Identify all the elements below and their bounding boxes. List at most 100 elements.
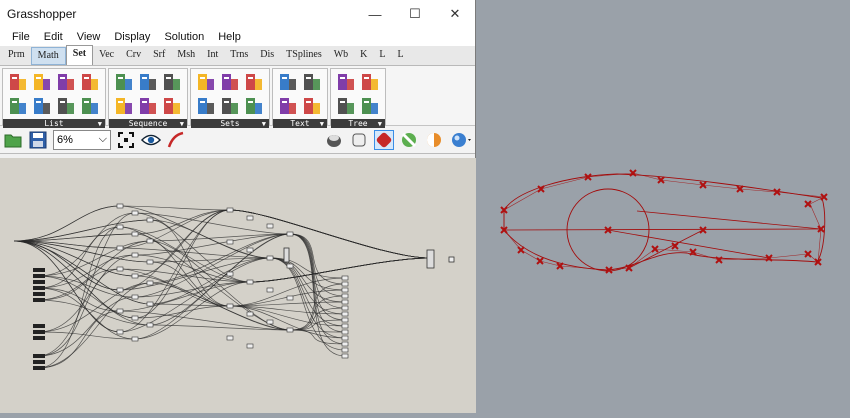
menu-bar: File Edit View Display Solution Help [0,28,475,46]
tab-l-13[interactable]: L [373,47,391,65]
tab-l-14[interactable]: L [392,47,410,65]
panel-label-text: List [44,119,64,128]
panel-label[interactable]: Sequence ▼ [109,119,187,128]
flatten-tree-icon[interactable] [335,95,357,117]
node-graph [13,203,455,370]
random-icon[interactable] [161,95,183,117]
list-length-icon[interactable] [31,71,53,93]
panel-expand-icon[interactable]: ▼ [180,120,184,128]
sketch-pen-icon [167,131,184,147]
title-bar: Grasshopper — ☐ ✕ [0,0,475,28]
sort-list-icon[interactable] [7,95,29,117]
set-intersection-icon[interactable] [195,95,217,117]
text-join-icon[interactable] [277,71,299,93]
render-preview-button[interactable] [449,130,475,150]
tab-prm-0[interactable]: Prm [2,47,31,65]
open-folder-icon [4,134,22,147]
panel-text: Text ▼ [272,68,328,128]
menu-view[interactable]: View [70,31,108,43]
panel-list: List ▼ [2,68,106,128]
color-preview-button[interactable] [424,130,444,150]
document-preview-button[interactable] [399,130,419,150]
tab-math-1[interactable]: Math [30,47,66,65]
tab-k-12[interactable]: K [354,47,373,65]
tab-dis-9[interactable]: Dis [254,47,280,65]
material-sphere-green-icon [401,132,417,147]
render-sphere-icon [452,132,471,147]
panel-expand-icon[interactable]: ▼ [98,120,102,128]
tab-trns-8[interactable]: Trns [224,47,254,65]
member-index-icon[interactable] [243,71,265,93]
component-tab-bar: Prm Math Set Vec Crv Srf Msh Int Trns Dis TSplines… [0,45,475,66]
text-sort-icon[interactable] [301,95,323,117]
wire-display-button[interactable] [324,130,344,150]
chevron-down-icon: ⌵ [98,133,107,145]
tab-int-7[interactable]: Int [201,47,224,65]
panel-sets: Sets ▼ [190,68,270,128]
series-icon[interactable] [137,71,159,93]
panel-label-text: Sequence [128,119,168,128]
sublist-icon[interactable] [79,95,101,117]
cull-index-icon[interactable] [113,95,135,117]
trim-tree-icon[interactable] [359,95,381,117]
panel-expand-icon[interactable]: ▼ [320,120,324,128]
close-button[interactable]: ✕ [435,0,475,28]
tab-set-2[interactable]: Set [65,45,94,65]
panel-label[interactable]: Sets ▼ [191,119,269,128]
rhino-viewport[interactable] [477,0,850,413]
panel-label[interactable]: Tree ▼ [331,119,385,128]
fibonacci-icon[interactable] [161,71,183,93]
graft-tree-icon[interactable] [335,71,357,93]
grasshopper-window: Grasshopper — ☐ ✕ File Edit View Display… [0,0,476,413]
canvas-toolbar: 6% ⌵ [0,126,475,154]
wires [13,205,431,369]
combinations-icon[interactable] [243,95,265,117]
control-point-markers[interactable] [500,169,828,274]
panel-label-text: Text [290,119,310,128]
tab-crv-4[interactable]: Crv [120,47,147,65]
text-split-icon[interactable] [277,95,299,117]
eye-icon [141,134,161,145]
panel-expand-icon[interactable]: ▼ [262,120,266,128]
sketch-button[interactable] [166,130,186,150]
set-difference-icon[interactable] [219,71,241,93]
dispatch-icon[interactable] [55,71,77,93]
panel-label[interactable]: Text ▼ [273,119,327,128]
window-title: Grasshopper [7,7,77,21]
cull-pattern-icon[interactable] [113,71,135,93]
grasshopper-canvas[interactable] [0,158,476,413]
tab-vec-3[interactable]: Vec [93,47,120,65]
menu-display[interactable]: Display [107,31,157,43]
set-exclusive-icon[interactable] [219,95,241,117]
shaded-display-icon [352,133,366,146]
shift-list-icon[interactable] [55,95,77,117]
simplify-tree-icon[interactable] [359,71,381,93]
panel-expand-icon[interactable]: ▼ [378,120,382,128]
range-icon[interactable] [137,95,159,117]
selected-display-button[interactable] [374,129,394,150]
text-case-icon[interactable] [301,71,323,93]
weave-icon[interactable] [79,71,101,93]
list-item-icon[interactable] [7,71,29,93]
preview-mode-button[interactable] [141,130,161,150]
menu-help[interactable]: Help [211,31,248,43]
tab-tsplines-10[interactable]: TSplines [280,47,328,65]
zoom-extents-icon [118,131,134,148]
save-file-button[interactable] [28,130,48,150]
tab-msh-6[interactable]: Msh [171,47,201,65]
maximize-button[interactable]: ☐ [395,0,435,28]
zoom-level-select[interactable]: 6% ⌵ [53,129,111,150]
zoom-extents-button[interactable] [116,130,136,150]
menu-edit[interactable]: Edit [37,31,70,43]
panel-label[interactable]: List ▼ [3,119,105,128]
minimize-button[interactable]: — [355,0,395,28]
shaded-display-button[interactable] [349,130,369,150]
reverse-list-icon[interactable] [31,95,53,117]
menu-solution[interactable]: Solution [157,31,211,43]
open-file-button[interactable] [3,130,23,150]
tab-srf-5[interactable]: Srf [147,47,171,65]
menu-file[interactable]: File [5,31,37,43]
set-union-icon[interactable] [195,71,217,93]
viewport-geometry [500,169,828,274]
tab-wb-11[interactable]: Wb [328,47,354,65]
